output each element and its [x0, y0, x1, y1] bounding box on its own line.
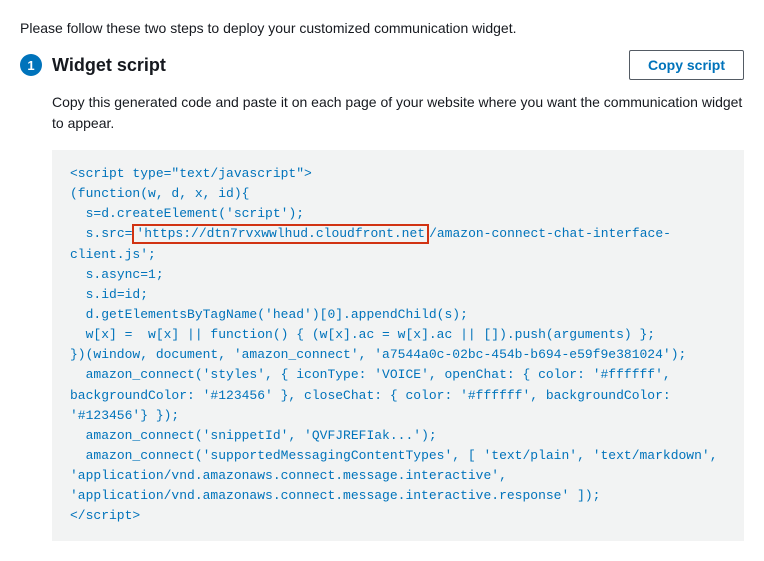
code-line: </script> — [70, 508, 140, 523]
step-header-left: 1 Widget script — [20, 54, 166, 76]
code-block: <script type="text/javascript"> (functio… — [52, 150, 744, 541]
code-line: s=d.createElement('script'); — [70, 206, 304, 221]
code-line: amazon_connect('supportedMessagingConten… — [70, 448, 725, 503]
code-line: <script type="text/javascript"> — [70, 166, 312, 181]
code-line: s.src= — [70, 226, 132, 241]
code-line: amazon_connect('styles', { iconType: 'VO… — [70, 367, 679, 422]
code-line: amazon_connect('snippetId', 'QVFJREFIak.… — [70, 428, 437, 443]
highlighted-url: 'https://dtn7rvxwwlhud.cloudfront.net — [132, 224, 429, 244]
step-body: Copy this generated code and paste it on… — [20, 92, 744, 541]
step-number-badge: 1 — [20, 54, 42, 76]
intro-text: Please follow these two steps to deploy … — [20, 20, 744, 36]
step-header: 1 Widget script Copy script — [20, 50, 744, 80]
copy-script-button[interactable]: Copy script — [629, 50, 744, 80]
code-line: (function(w, d, x, id){ — [70, 186, 249, 201]
code-line: d.getElementsByTagName('head')[0].append… — [70, 307, 468, 322]
step-description: Copy this generated code and paste it on… — [52, 92, 744, 134]
code-line: s.async=1; — [70, 267, 164, 282]
step-title: Widget script — [52, 55, 166, 76]
code-line: })(window, document, 'amazon_connect', '… — [70, 347, 686, 362]
code-line: s.id=id; — [70, 287, 148, 302]
code-line: w[x] = w[x] || function() { (w[x].ac = w… — [70, 327, 655, 342]
